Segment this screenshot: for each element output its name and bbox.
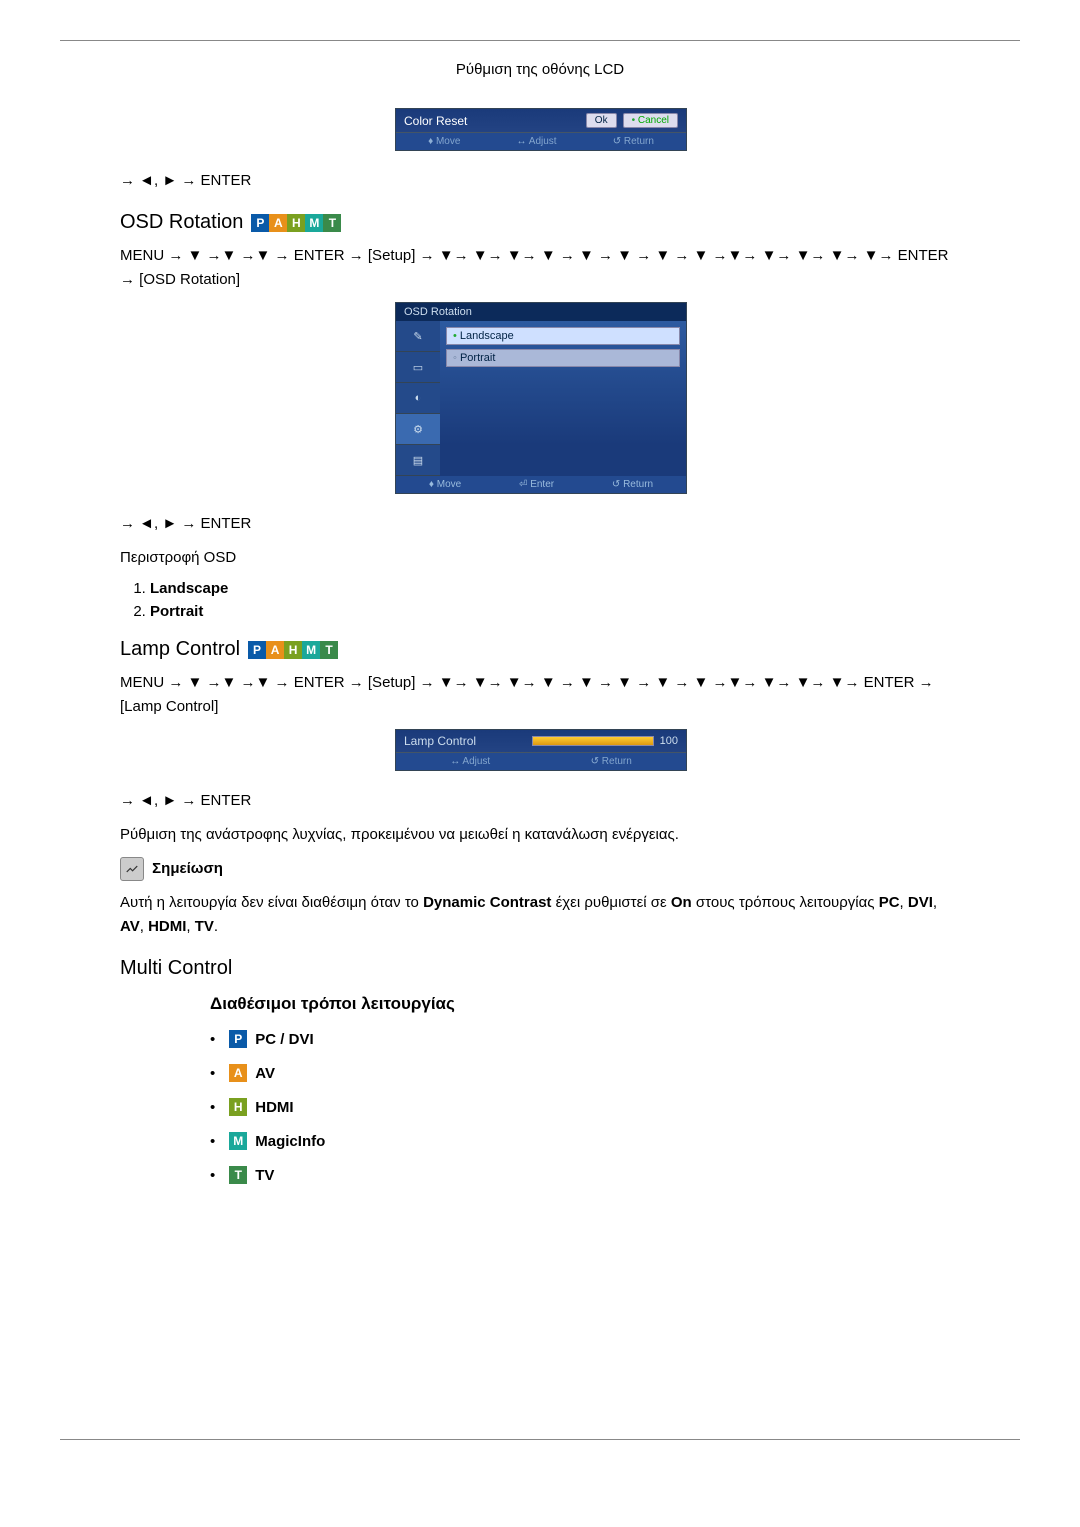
badge-av-icon: A	[269, 214, 287, 232]
badge-av-icon: A	[229, 1064, 247, 1082]
osd-rotation-menu-title: OSD Rotation	[396, 303, 686, 321]
badge-tv-icon: T	[229, 1166, 247, 1184]
badge-hdmi-icon: H	[287, 214, 305, 232]
lamp-control-desc: Ρύθμιση της ανάστροφης λυχνίας, προκειμέ…	[120, 823, 960, 847]
osd-rotation-heading: OSD Rotation P A H M T	[120, 211, 960, 234]
osd-rotation-desc: Περιστροφή OSD	[120, 546, 960, 570]
note-text: Αυτή η λειτουργία δεν είναι διαθέσιμη ότ…	[120, 891, 960, 939]
osd-sidebar-icon[interactable]: ⚙	[396, 414, 440, 445]
osd-lamp-slider[interactable]	[532, 736, 654, 746]
osd-sidebar-icon[interactable]: ✎	[396, 321, 440, 352]
osd-rotation-menu: OSD Rotation ✎ ▭ ◐ ⚙ ▤ Landscape ◦ Portr…	[395, 302, 687, 494]
osd-cancel-button[interactable]: Cancel	[623, 113, 678, 128]
lamp-control-menu-path: MENU → ▼ →▼ →▼ → ENTER → [Setup] → ▼→ ▼→…	[120, 671, 960, 719]
page-title: Ρύθμιση της οθόνης LCD	[120, 61, 960, 78]
osd-sidebar-icon[interactable]: ▤	[396, 445, 440, 476]
mode-item-magicinfo: M MagicInfo	[210, 1132, 940, 1150]
badge-hdmi-icon: H	[284, 641, 302, 659]
osd-footer-return: ↺ Return	[613, 136, 654, 147]
badge-av-icon: A	[266, 641, 284, 659]
osd-footer-move: ♦ Move	[429, 479, 461, 490]
osd-footer-enter: ⏎ Enter	[519, 479, 554, 490]
nav-sequence: → ◄, ► → ENTER	[120, 512, 960, 536]
osd-footer-return: ↺ Return	[591, 756, 632, 767]
lamp-control-heading: Lamp Control P A H M T	[120, 638, 960, 661]
osd-lamp-control: Lamp Control 100 ↔ Adjust ↺ Return	[395, 729, 687, 771]
list-item: Portrait	[150, 603, 960, 620]
badge-pc-icon: P	[229, 1030, 247, 1048]
osd-sidebar-icon[interactable]: ◐	[396, 383, 440, 414]
badge-magicinfo-icon: M	[229, 1132, 247, 1150]
mode-item-hdmi: H HDMI	[210, 1098, 940, 1116]
badge-pc-icon: P	[248, 641, 266, 659]
osd-sidebar-icon[interactable]: ▭	[396, 352, 440, 383]
osd-footer-adjust: ↔ Adjust	[517, 136, 557, 147]
badge-pc-icon: P	[251, 214, 269, 232]
badge-tv-icon: T	[323, 214, 341, 232]
badge-hdmi-icon: H	[229, 1098, 247, 1116]
badge-tv-icon: T	[320, 641, 338, 659]
osd-color-reset-label: Color Reset	[404, 114, 580, 128]
badge-magicinfo-icon: M	[302, 641, 320, 659]
multi-control-subheading: Διαθέσιμοι τρόποι λειτουργίας	[210, 994, 940, 1014]
note-label: Σημείωση	[152, 860, 223, 877]
osd-footer-return: ↺ Return	[612, 479, 653, 490]
osd-footer-move: ♦ Move	[428, 136, 460, 147]
multi-control-heading: Multi Control	[120, 957, 960, 980]
osd-ok-button[interactable]: Ok	[586, 113, 617, 128]
osd-lamp-value: 100	[660, 735, 678, 747]
osd-color-reset: Color Reset Ok Cancel ♦ Move ↔ Adjust ↺ …	[395, 108, 687, 151]
mode-item-pc: P PC / DVI	[210, 1030, 940, 1048]
osd-footer-adjust: ↔ Adjust	[450, 756, 490, 767]
osd-lamp-label: Lamp Control	[404, 734, 532, 748]
osd-option-landscape[interactable]: Landscape	[446, 327, 680, 345]
nav-sequence: → ◄, ► → ENTER	[120, 169, 960, 193]
mode-item-av: A AV	[210, 1064, 940, 1082]
badge-magicinfo-icon: M	[305, 214, 323, 232]
osd-rotation-menu-path: MENU → ▼ →▼ →▼ → ENTER → [Setup] → ▼→ ▼→…	[120, 244, 960, 292]
osd-option-portrait[interactable]: ◦ Portrait	[446, 349, 680, 367]
mode-item-tv: T TV	[210, 1166, 940, 1184]
list-item: Landscape	[150, 580, 960, 597]
nav-sequence: → ◄, ► → ENTER	[120, 789, 960, 813]
note-icon	[120, 857, 144, 881]
